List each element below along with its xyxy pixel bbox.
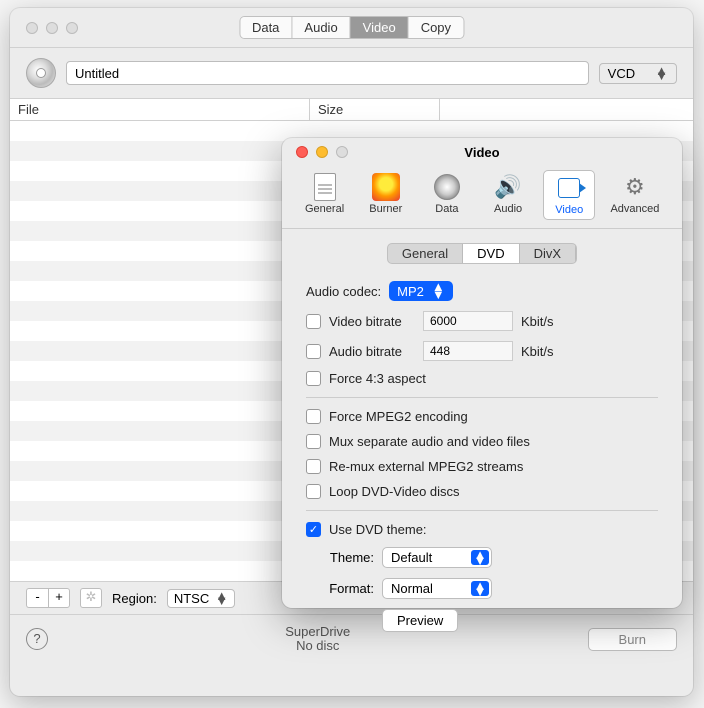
audio-codec-label: Audio codec: xyxy=(306,284,381,299)
help-button[interactable]: ? xyxy=(26,628,48,650)
disc-header: VCD ▲▼ xyxy=(10,48,693,98)
prefs-tab-video[interactable]: Video xyxy=(543,170,595,220)
camera-icon xyxy=(558,178,580,198)
region-value: NTSC xyxy=(174,591,209,606)
main-titlebar: Data Audio Video Copy xyxy=(10,8,693,48)
prefs-tab-data[interactable]: Data xyxy=(421,170,473,220)
add-button[interactable]: + xyxy=(48,588,70,608)
tab-copy[interactable]: Copy xyxy=(409,17,463,38)
unit-label: Kbit/s xyxy=(521,314,554,329)
format-select[interactable]: Normal ▲▼ xyxy=(382,578,492,599)
use-theme-checkbox[interactable]: ✓ xyxy=(306,522,321,537)
speaker-icon: 🔊 xyxy=(494,173,522,201)
divider xyxy=(306,510,658,511)
audio-bitrate-input[interactable] xyxy=(423,341,513,361)
minimize-icon[interactable] xyxy=(46,22,58,34)
disc-title-input[interactable] xyxy=(66,61,589,85)
prefs-tab-audio[interactable]: 🔊Audio xyxy=(482,170,534,220)
theme-select[interactable]: Default ▲▼ xyxy=(382,547,492,568)
force-mpeg2-checkbox[interactable] xyxy=(306,409,321,424)
divider xyxy=(306,397,658,398)
theme-label: Theme: xyxy=(306,550,374,565)
unit-label: Kbit/s xyxy=(521,344,554,359)
preview-button[interactable]: Preview xyxy=(382,609,458,632)
format-select[interactable]: VCD ▲▼ xyxy=(599,63,677,84)
format-label: Format: xyxy=(306,581,374,596)
mux-separate-checkbox[interactable] xyxy=(306,434,321,449)
col-file[interactable]: File xyxy=(10,99,310,120)
remove-button[interactable]: - xyxy=(26,588,48,608)
minimize-icon[interactable] xyxy=(316,146,328,158)
prefs-tab-advanced[interactable]: ⚙Advanced xyxy=(604,170,665,220)
region-label: Region: xyxy=(112,591,157,606)
close-icon[interactable] xyxy=(26,22,38,34)
force-mpeg2-label: Force MPEG2 encoding xyxy=(329,409,468,424)
video-bitrate-checkbox[interactable] xyxy=(306,314,321,329)
remux-checkbox[interactable] xyxy=(306,459,321,474)
zoom-icon[interactable] xyxy=(66,22,78,34)
preferences-window: Video General Burner Data 🔊Audio Video ⚙… xyxy=(282,138,682,608)
drive-state: No disc xyxy=(48,639,588,653)
use-theme-label: Use DVD theme: xyxy=(329,522,427,537)
mode-tabs: Data Audio Video Copy xyxy=(239,16,464,39)
force-aspect-checkbox[interactable] xyxy=(306,371,321,386)
tab-video[interactable]: Video xyxy=(351,17,409,38)
tab-audio[interactable]: Audio xyxy=(292,17,350,38)
file-table-header: File Size xyxy=(10,98,693,121)
close-icon[interactable] xyxy=(296,146,308,158)
video-subtabs: General DVD DivX xyxy=(282,229,682,272)
video-bitrate-label: Video bitrate xyxy=(329,314,415,329)
remux-label: Re-mux external MPEG2 streams xyxy=(329,459,523,474)
prefs-title: Video xyxy=(464,145,499,160)
force-aspect-label: Force 4:3 aspect xyxy=(329,371,426,386)
disc-icon xyxy=(26,58,56,88)
window-controls xyxy=(10,22,78,34)
audio-codec-select[interactable]: MP2 ▲▼ xyxy=(389,281,453,301)
format-value: VCD xyxy=(608,66,635,81)
col-size[interactable]: Size xyxy=(310,99,440,120)
audio-bitrate-label: Audio bitrate xyxy=(329,344,415,359)
chevron-updown-icon: ▲▼ xyxy=(471,550,489,565)
loop-checkbox[interactable] xyxy=(306,484,321,499)
chevron-updown-icon: ▲▼ xyxy=(655,68,668,78)
zoom-icon[interactable] xyxy=(336,146,348,158)
video-bitrate-input[interactable] xyxy=(423,311,513,331)
subtab-dvd[interactable]: DVD xyxy=(463,244,519,263)
chevron-updown-icon: ▲▼ xyxy=(432,283,445,299)
prefs-tab-general[interactable]: General xyxy=(299,170,351,220)
col-last xyxy=(440,99,693,120)
prefs-window-controls xyxy=(282,146,348,158)
subtab-divx[interactable]: DivX xyxy=(520,244,576,263)
add-remove-group: - + xyxy=(26,588,70,608)
loop-label: Loop DVD-Video discs xyxy=(329,484,460,499)
subtab-general[interactable]: General xyxy=(388,244,463,263)
region-select[interactable]: NTSC ▲▼ xyxy=(167,589,235,608)
gear-icon: ⚙ xyxy=(621,173,649,201)
chevron-updown-icon: ▲▼ xyxy=(215,593,228,603)
mux-separate-label: Mux separate audio and video files xyxy=(329,434,530,449)
prefs-tab-burner[interactable]: Burner xyxy=(360,170,412,220)
chevron-updown-icon: ▲▼ xyxy=(471,581,489,596)
audio-bitrate-checkbox[interactable] xyxy=(306,344,321,359)
tab-data[interactable]: Data xyxy=(240,17,292,38)
prefs-titlebar: Video xyxy=(282,138,682,166)
dvd-settings: Audio codec: MP2 ▲▼ Video bitrate Kbit/s… xyxy=(282,272,682,641)
prefs-toolbar: General Burner Data 🔊Audio Video ⚙Advanc… xyxy=(282,166,682,229)
gear-icon[interactable]: ✲ xyxy=(80,588,102,608)
